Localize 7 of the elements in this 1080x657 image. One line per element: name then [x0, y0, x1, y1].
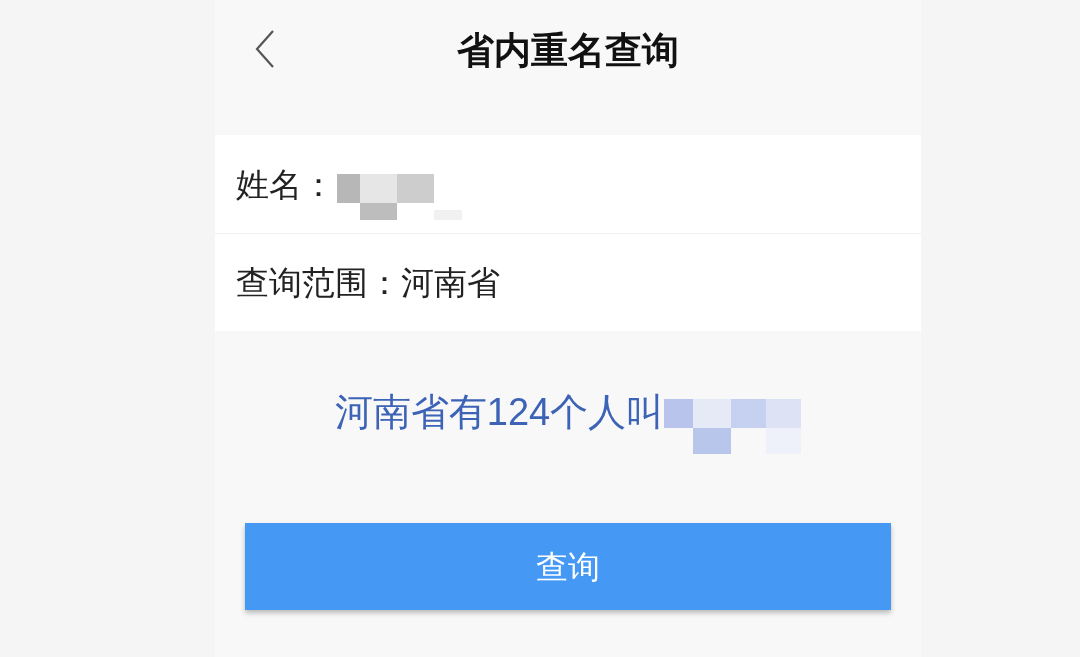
- field-value: 河南省: [401, 266, 500, 299]
- back-chevron-icon: [255, 30, 275, 68]
- query-button[interactable]: 查询: [245, 523, 891, 610]
- result-text: 河南省有124个人叫: [334, 393, 665, 431]
- field-label: 姓名：: [236, 167, 335, 201]
- field-label: 查询范围：: [236, 266, 401, 299]
- page-title: 省内重名查询: [457, 31, 679, 69]
